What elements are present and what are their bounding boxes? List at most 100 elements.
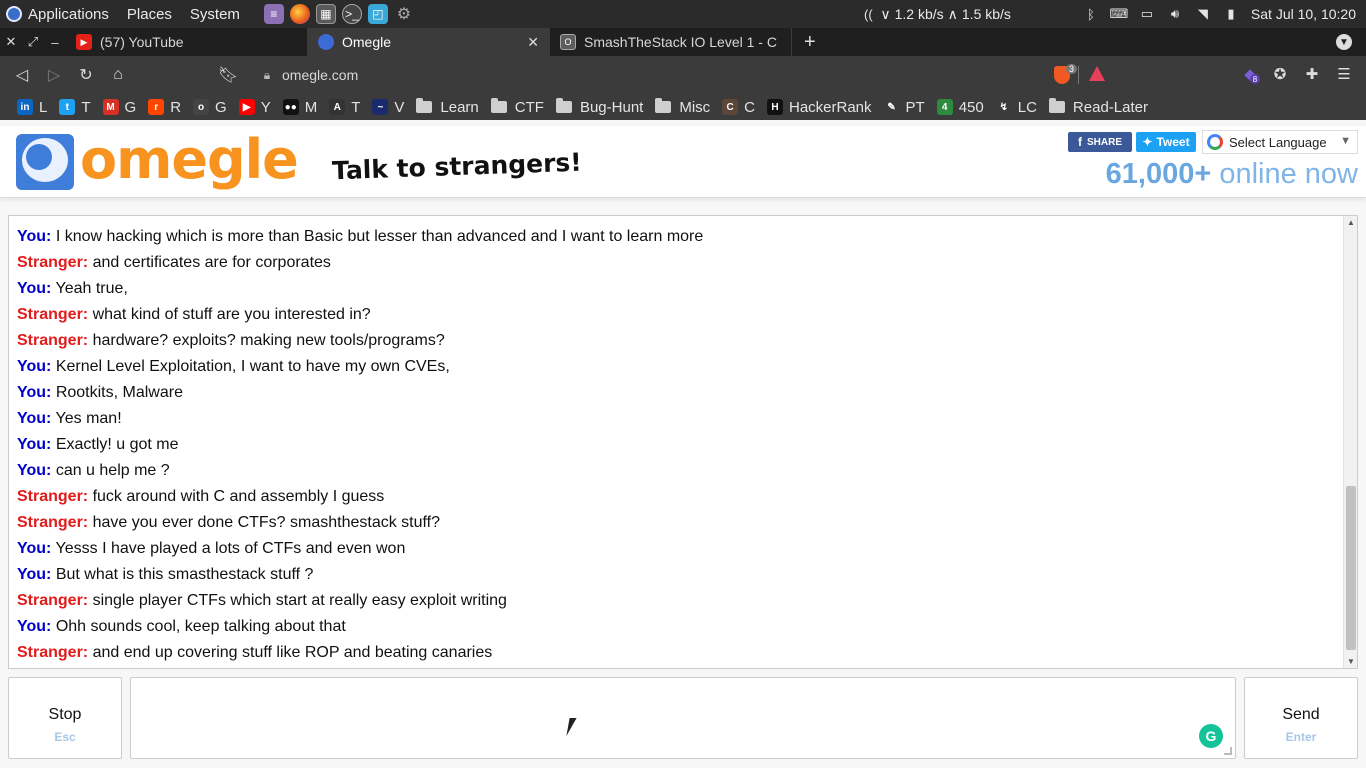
chat-message: You: Yes man! — [17, 406, 1337, 432]
battery-icon[interactable]: ▮ — [1223, 6, 1239, 22]
you-speaker-label: You: — [17, 462, 52, 479]
chat-message: You: I know hacking which is more than B… — [17, 224, 1337, 250]
settings-launcher-icon[interactable]: ⚙ — [394, 4, 414, 24]
firefox-launcher-icon[interactable] — [289, 4, 310, 24]
scrollbar-thumb[interactable] — [1346, 486, 1356, 650]
puzzle-extensions-icon[interactable]: ✚ — [1302, 64, 1322, 84]
window-close-icon[interactable]: ✕ — [0, 28, 22, 56]
chat-message: Stranger: and end up covering stuff like… — [17, 640, 1337, 666]
bookmark-label: Read-Later — [1072, 98, 1148, 116]
forward-button[interactable]: ▷ — [38, 59, 70, 91]
brave-rewards-icon[interactable] — [1089, 66, 1105, 81]
bookmark-y[interactable]: ▶ Y — [234, 95, 276, 119]
system-menu[interactable]: System — [178, 0, 246, 28]
bookmark-label: L — [39, 98, 48, 116]
message-text: hardware? exploits? making new tools/pro… — [92, 332, 445, 349]
bookmark-icon[interactable]: 🔖︎ — [212, 59, 244, 91]
bookmark-hackerrank[interactable]: H HackerRank — [762, 95, 877, 119]
cookie-extension-icon[interactable]: ✪ — [1270, 64, 1290, 84]
bookmark-450[interactable]: 4 450 — [932, 95, 989, 119]
display-icon[interactable]: ▭ — [1139, 6, 1155, 22]
bookmark-l[interactable]: in L — [12, 95, 52, 119]
back-button[interactable]: ◁ — [6, 59, 38, 91]
resize-handle[interactable] — [1224, 747, 1232, 755]
chat-message: You: Kernel Level Exploitation, I want t… — [17, 354, 1337, 380]
bookmark-misc[interactable]: Misc — [650, 95, 715, 119]
bookmark-t[interactable]: AT — [324, 95, 365, 119]
window-maximize-icon[interactable]: ⤢ — [22, 28, 44, 56]
reload-button[interactable]: ↻ — [70, 59, 102, 91]
browser-menu-icon[interactable]: ☰ — [1334, 64, 1354, 84]
tab-title: Omegle — [342, 34, 392, 50]
bookmark-t[interactable]: tT — [54, 95, 95, 119]
bluetooth-icon[interactable]: ᛒ — [1083, 6, 1099, 22]
places-menu-label: Places — [126, 5, 172, 23]
omegle-logo-icon[interactable] — [16, 134, 74, 190]
tweet-button[interactable]: ✦ Tweet — [1136, 132, 1196, 152]
bookmark-r[interactable]: rR — [143, 95, 186, 119]
bookmark-label: Learn — [440, 98, 479, 116]
window-minimize-icon[interactable]: – — [44, 28, 66, 56]
bookmark-c[interactable]: CC — [717, 95, 760, 119]
url-text[interactable]: omegle.com — [282, 67, 358, 83]
omegle-header: omegle Talk to strangers! f SHARE ✦ Tweet … — [0, 126, 1366, 198]
address-bar[interactable]: 🔒︎ omegle.com — [252, 60, 1152, 90]
language-select[interactable]: Select Language ▼ — [1202, 130, 1358, 154]
screenshot-launcher-icon[interactable]: ◰ — [367, 4, 388, 24]
omegle-logo-text[interactable]: omegle — [80, 128, 299, 191]
bookmark-label: C — [744, 98, 755, 116]
chat-message: You: Ohh sounds cool, keep talking about… — [17, 614, 1337, 640]
bookmark-learn[interactable]: Learn — [411, 95, 483, 119]
tab-omegle[interactable]: Omegle ✕ — [308, 28, 550, 56]
online-count-text: online now — [1219, 158, 1358, 190]
volume-icon[interactable]: 🔊︎ — [1167, 6, 1183, 22]
text-editor-launcher-icon[interactable]: ≡ — [263, 4, 284, 24]
you-speaker-label: You: — [17, 358, 52, 375]
github-icon: o — [193, 99, 210, 115]
home-button[interactable]: ⌂ — [102, 59, 134, 91]
bookmark-label: Y — [260, 98, 271, 116]
terminal-launcher-icon[interactable]: >_ — [341, 4, 362, 24]
message-input[interactable] — [131, 678, 1235, 758]
bookmark-lc[interactable]: ↯ LC — [991, 95, 1042, 119]
system-menu-label: System — [189, 5, 240, 23]
applications-menu[interactable]: Applications — [0, 0, 115, 28]
folder-icon — [490, 98, 507, 113]
file-manager-launcher-icon[interactable]: ▦ — [315, 4, 336, 24]
lock-icon[interactable]: 🔒︎ — [252, 68, 282, 83]
message-text: But what is this smasthestack stuff ? — [55, 566, 314, 583]
bookmark-read-later[interactable]: Read-Later — [1044, 95, 1153, 119]
scroll-down-icon[interactable]: ▼ — [1346, 657, 1356, 666]
grammarly-icon[interactable]: G — [1199, 724, 1223, 748]
chat-log[interactable]: You: I know hacking which is more than B… — [8, 215, 1358, 669]
chat-scrollbar[interactable]: ▲ ▼ — [1343, 216, 1357, 668]
tab-title: SmashTheStack IO Level 1 - C — [584, 34, 777, 50]
chat-messages: You: I know hacking which is more than B… — [17, 224, 1337, 666]
bookmark-g[interactable]: oG — [188, 95, 232, 119]
youtube-icon: ▶ — [76, 34, 92, 50]
new-tab-button[interactable]: + — [792, 31, 828, 54]
bookmark-ctf[interactable]: CTF — [486, 95, 549, 119]
places-menu[interactable]: Places — [115, 0, 178, 28]
stop-button[interactable]: Stop Esc — [8, 677, 122, 759]
bookmark-g[interactable]: MG — [98, 95, 142, 119]
bookmark-pt[interactable]: ✎ PT — [879, 95, 930, 119]
send-button[interactable]: Send Enter — [1244, 677, 1358, 759]
tab-youtube[interactable]: ▶ (57) YouTube — [66, 28, 308, 56]
close-tab-icon[interactable]: ✕ — [527, 34, 539, 51]
scroll-up-icon[interactable]: ▲ — [1346, 218, 1356, 227]
bookmark-v[interactable]: ~ V — [367, 95, 409, 119]
stranger-speaker-label: Stranger: — [17, 254, 89, 271]
google-icon — [1207, 134, 1223, 150]
facebook-share-button[interactable]: f SHARE — [1068, 132, 1132, 152]
wifi-icon[interactable]: ◥ — [1195, 6, 1211, 22]
bookmark-bug-hunt[interactable]: Bug-Hunt — [551, 95, 648, 119]
tab-search-chevron-icon[interactable]: ▼ — [1336, 34, 1352, 50]
you-speaker-label: You: — [17, 618, 52, 635]
bookmark-m[interactable]: ●● M — [278, 95, 323, 119]
clock[interactable]: Sat Jul 10, 10:20 — [1251, 6, 1356, 22]
message-text: can u help me ? — [55, 462, 170, 479]
keyboard-icon[interactable]: ⌨ — [1110, 6, 1129, 22]
tab-smashthestack[interactable]: O SmashTheStack IO Level 1 - C — [550, 28, 792, 56]
dropdown-arrow-icon: ▼ — [1340, 135, 1351, 147]
